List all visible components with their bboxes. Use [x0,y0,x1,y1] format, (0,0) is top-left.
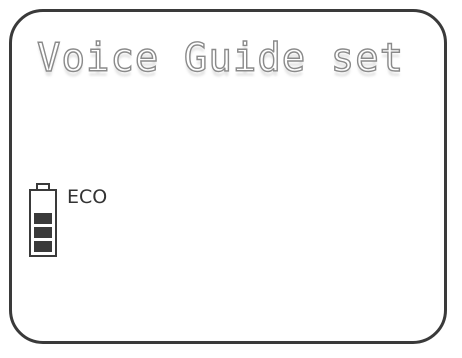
lcd-title: Voice Guide set [36,35,405,81]
eco-mode-label: ECO [67,186,108,208]
battery-icon [26,183,60,261]
